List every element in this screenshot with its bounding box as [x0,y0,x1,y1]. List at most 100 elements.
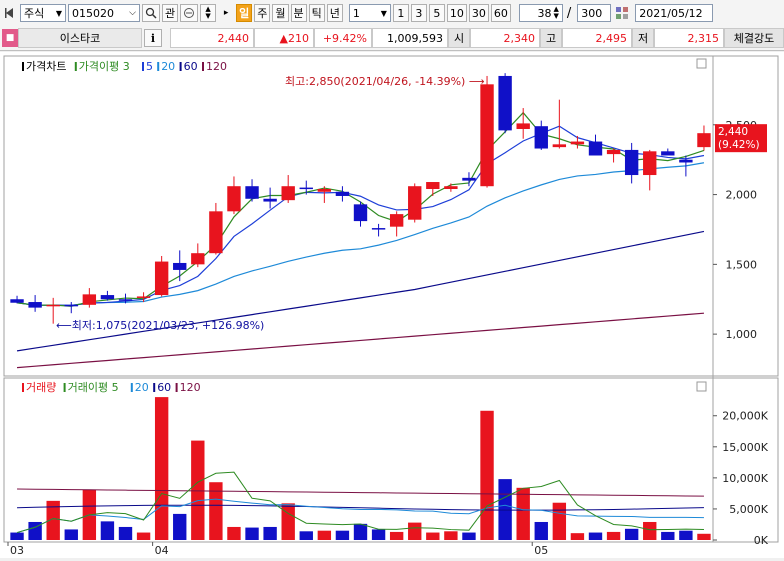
count-separator: / [566,5,572,21]
scroll-updown-button[interactable]: ▲ ▼ [200,4,217,22]
volume-panel-minimize-icon [696,381,707,392]
volume-bar [408,522,422,540]
stock-chart[interactable]: 2,5002,0001,5001,00020,000K15,000K10,000… [0,52,784,558]
volume-bar [317,530,332,540]
period-button-5[interactable]: 년 [326,4,343,22]
candle-body [317,188,332,192]
period-button-0[interactable]: 일 [236,4,253,22]
price-legend-label: 60 [184,60,198,73]
date-input[interactable]: 2021/05/12 [635,4,714,22]
volume-bar [173,513,187,540]
period-button-3[interactable]: 분 [290,4,307,22]
volume-legend-marker [130,383,133,392]
count-input[interactable]: 38 ▲ ▼ [518,4,563,22]
volume-bar [353,523,368,540]
candle-body [624,149,639,176]
volume-legend-marker [153,383,156,392]
period-button-1[interactable]: 주 [254,4,271,22]
period-button-2[interactable]: 월 [272,4,289,22]
candle-body [480,84,494,187]
arrow-right-icon[interactable]: ▸ [218,4,234,22]
chart-area[interactable]: 2,5002,0001,5001,00020,000K15,000K10,000… [0,52,784,558]
volume-bar [154,397,169,540]
price-axis-label: 1,500 [726,258,758,271]
price-axis-label: 2,000 [726,189,758,202]
candle-body [82,294,97,305]
quick-interval-0[interactable]: 1 [392,4,409,22]
volume-ma5-line [16,471,704,534]
volume-bar [516,487,530,540]
volume-bar [462,532,476,540]
candle-body [281,186,295,201]
candle-body [606,149,621,155]
quick-interval-3[interactable]: 10 [446,4,467,22]
change-rate: +9.42% [314,28,372,48]
candle-body [552,144,567,148]
candle-body [353,204,368,222]
time-axis-label: 05 [534,544,548,557]
interval-select[interactable]: 1 ▼ [348,4,391,22]
code-input[interactable]: 015020 ⌵ [68,4,140,22]
volume-bar [118,526,133,540]
current-price-tag-value: 2,440 [718,126,748,138]
grid-icon [616,7,629,19]
candle-body [245,186,259,199]
quick-interval-buttons: 1 3 5 10 30 60 [391,4,511,22]
grid-settings-button[interactable] [613,4,631,22]
market-select[interactable]: 주식 ▼ [20,4,66,22]
volume-bar [263,526,277,540]
caret-down-icon: ▼ [205,12,211,20]
candle-body [534,126,548,149]
candle-body [46,304,60,307]
time-axis-label: 03 [10,544,24,557]
candle-body [444,186,458,189]
quote-bar: ■ 이스타코 i 2,440 ▲210 +9.42% 1,009,593 시 2… [0,26,784,51]
current-price: 2,440 [170,28,254,48]
quick-interval-1[interactable]: 3 [410,4,427,22]
candle-body [100,295,115,300]
volume-legend-label: 120 [180,381,201,394]
volume-bar [480,410,494,540]
high-label: 고 [540,28,562,48]
volume-bar [606,531,621,540]
price-legend-label: 120 [206,60,227,73]
volume-bar [624,528,639,540]
candle-body [299,187,313,190]
price-legend-marker [74,62,77,71]
search-button[interactable] [142,4,160,22]
candle-body [136,296,151,298]
low-annotation: ⟵최저:1,075(2021/03/23, +126.98%) [56,319,264,332]
volume-bar [588,532,603,540]
strength-label[interactable]: 체결강도 [724,28,784,48]
stock-info-button[interactable]: i [144,29,162,47]
toolbar: 주식 ▼ 015020 ⌵ 관 ▲ ▼ ▸ 일주월분틱년 1 ▼ 1 3 5 10 30… [0,0,784,27]
quick-interval-5[interactable]: 60 [490,4,511,22]
quick-interval-4[interactable]: 30 [468,4,489,22]
volume-bar [100,521,115,540]
candle-body [118,299,133,301]
candle-body [173,262,187,270]
link-button[interactable] [180,4,199,22]
total-input[interactable]: 300 [577,4,612,22]
candle-body [227,186,241,212]
volume-legend-label: 20 [135,381,149,394]
price-legend-marker [157,62,160,71]
candle-body [389,214,404,227]
low-price: 2,315 [654,28,724,48]
volume-bar [679,530,693,540]
volume-bar [10,532,24,540]
spin-icon: ▲ ▼ [553,5,559,20]
volume-bar [191,440,205,540]
total-value: 300 [581,6,603,20]
volume-bar [426,532,440,540]
volume-bar [136,532,151,540]
open-label: 시 [448,28,470,48]
quick-interval-2[interactable]: 5 [428,4,445,22]
candle-body [697,133,711,148]
volume-bar [64,529,78,540]
period-button-4[interactable]: 틱 [308,4,325,22]
prev-arrow-icon[interactable] [2,4,18,22]
interest-button[interactable]: 관 [162,4,179,22]
stock-color-tag[interactable]: ■ [2,29,18,47]
volume-bar [281,503,295,540]
